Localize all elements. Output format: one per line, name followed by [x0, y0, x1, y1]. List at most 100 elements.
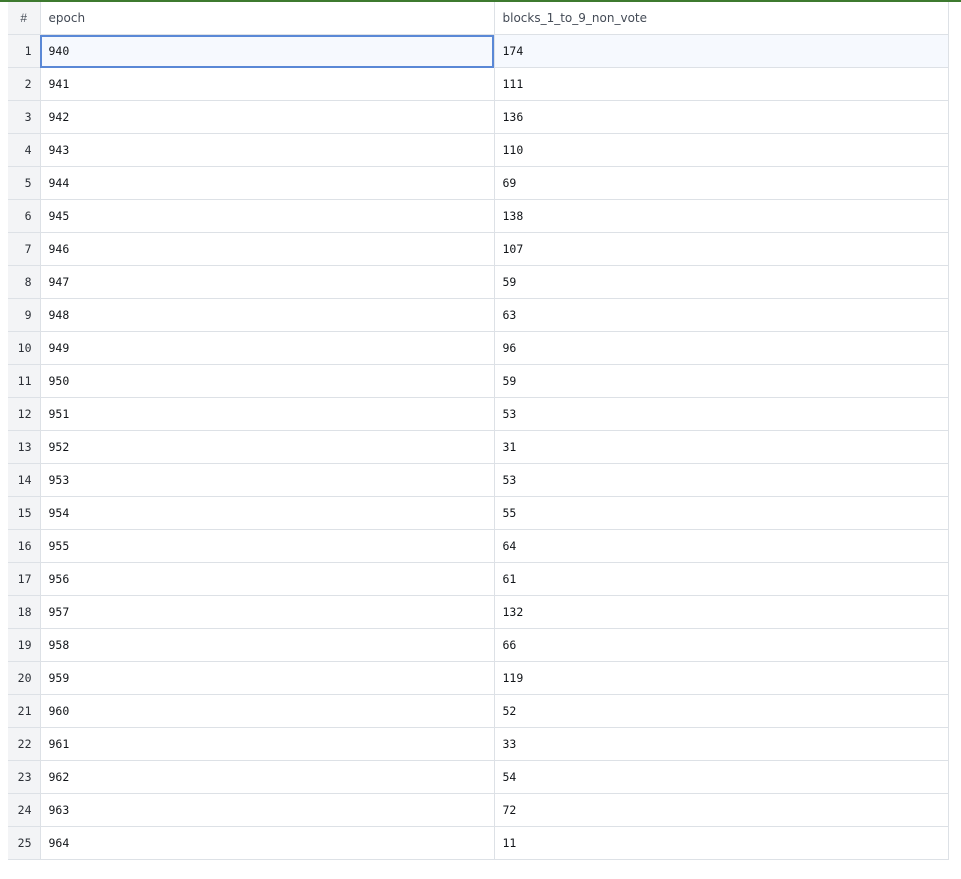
cell-epoch[interactable]: 952 [40, 430, 495, 464]
cell-epoch[interactable]: 961 [40, 727, 495, 761]
cell-blocks[interactable]: 110 [494, 133, 949, 167]
cell-blocks[interactable]: 53 [494, 463, 949, 497]
cell-epoch[interactable]: 954 [40, 496, 495, 530]
row-number: 18 [8, 595, 41, 629]
cell-blocks[interactable]: 53 [494, 397, 949, 431]
table-row[interactable]: 8 947 59 [8, 265, 949, 299]
table-row[interactable]: 12 951 53 [8, 397, 949, 431]
table-row[interactable]: 18 957 132 [8, 595, 949, 629]
cell-epoch[interactable]: 959 [40, 661, 495, 695]
cell-blocks[interactable]: 55 [494, 496, 949, 530]
cell-epoch[interactable]: 958 [40, 628, 495, 662]
cell-blocks[interactable]: 66 [494, 628, 949, 662]
cell-epoch[interactable]: 946 [40, 232, 495, 266]
table-row[interactable]: 20 959 119 [8, 661, 949, 695]
table-row[interactable]: 21 960 52 [8, 694, 949, 728]
row-number: 22 [8, 727, 41, 761]
column-header-epoch[interactable]: epoch [40, 2, 495, 35]
cell-epoch[interactable]: 942 [40, 100, 495, 134]
row-number: 9 [8, 298, 41, 332]
cell-epoch[interactable]: 962 [40, 760, 495, 794]
cell-epoch[interactable]: 955 [40, 529, 495, 563]
table-row[interactable]: 10 949 96 [8, 331, 949, 365]
cell-epoch[interactable]: 963 [40, 793, 495, 827]
cell-blocks[interactable]: 54 [494, 760, 949, 794]
table-row[interactable]: 23 962 54 [8, 760, 949, 794]
cell-blocks[interactable]: 136 [494, 100, 949, 134]
row-number: 17 [8, 562, 41, 596]
cell-epoch[interactable]: 953 [40, 463, 495, 497]
row-number: 24 [8, 793, 41, 827]
cell-epoch[interactable]: 948 [40, 298, 495, 332]
cell-epoch[interactable]: 941 [40, 67, 495, 101]
table-row[interactable]: 16 955 64 [8, 529, 949, 563]
cell-blocks[interactable]: 11 [494, 826, 949, 860]
table-row[interactable]: 13 952 31 [8, 430, 949, 464]
cell-blocks[interactable]: 107 [494, 232, 949, 266]
row-number: 20 [8, 661, 41, 695]
cell-epoch[interactable]: 943 [40, 133, 495, 167]
cell-blocks[interactable]: 59 [494, 265, 949, 299]
cell-blocks[interactable]: 52 [494, 694, 949, 728]
row-number: 11 [8, 364, 41, 398]
row-number: 23 [8, 760, 41, 794]
cell-blocks[interactable]: 96 [494, 331, 949, 365]
cell-blocks[interactable]: 132 [494, 595, 949, 629]
cell-epoch[interactable]: 945 [40, 199, 495, 233]
cell-blocks[interactable]: 63 [494, 298, 949, 332]
row-number: 15 [8, 496, 41, 530]
cell-blocks[interactable]: 31 [494, 430, 949, 464]
cell-blocks[interactable]: 72 [494, 793, 949, 827]
cell-blocks[interactable]: 59 [494, 364, 949, 398]
table-row[interactable]: 9 948 63 [8, 298, 949, 332]
table-row[interactable]: 22 961 33 [8, 727, 949, 761]
cell-epoch[interactable]: 951 [40, 397, 495, 431]
row-number: 5 [8, 166, 41, 200]
row-number: 13 [8, 430, 41, 464]
table-row[interactable]: 17 956 61 [8, 562, 949, 596]
row-number: 16 [8, 529, 41, 563]
row-number: 4 [8, 133, 41, 167]
cell-blocks[interactable]: 174 [494, 34, 949, 68]
cell-epoch[interactable]: 964 [40, 826, 495, 860]
table-row[interactable]: 24 963 72 [8, 793, 949, 827]
cell-blocks[interactable]: 111 [494, 67, 949, 101]
row-number: 3 [8, 100, 41, 134]
row-number: 2 [8, 67, 41, 101]
table-row[interactable]: 7 946 107 [8, 232, 949, 266]
table-row[interactable]: 1 940 174 [8, 34, 949, 68]
table-row[interactable]: 4 943 110 [8, 133, 949, 167]
cell-epoch[interactable]: 944 [40, 166, 495, 200]
column-header-blocks[interactable]: blocks_1_to_9_non_vote [494, 2, 949, 35]
table-row[interactable]: 14 953 53 [8, 463, 949, 497]
cell-epoch[interactable]: 950 [40, 364, 495, 398]
cell-epoch[interactable]: 956 [40, 562, 495, 596]
cell-epoch[interactable]: 957 [40, 595, 495, 629]
row-number: 14 [8, 463, 41, 497]
table-row[interactable]: 11 950 59 [8, 364, 949, 398]
cell-blocks[interactable]: 33 [494, 727, 949, 761]
table-row[interactable]: 25 964 11 [8, 826, 949, 860]
header-row: # epoch blocks_1_to_9_non_vote [8, 2, 949, 35]
table-row[interactable]: 6 945 138 [8, 199, 949, 233]
row-number: 7 [8, 232, 41, 266]
cell-epoch[interactable]: 949 [40, 331, 495, 365]
row-number: 19 [8, 628, 41, 662]
cell-epoch[interactable]: 960 [40, 694, 495, 728]
cell-blocks[interactable]: 64 [494, 529, 949, 563]
row-index-header: # [8, 2, 41, 35]
cell-blocks[interactable]: 69 [494, 166, 949, 200]
row-number: 8 [8, 265, 41, 299]
row-number: 21 [8, 694, 41, 728]
cell-blocks[interactable]: 138 [494, 199, 949, 233]
table-row[interactable]: 5 944 69 [8, 166, 949, 200]
table-row[interactable]: 3 942 136 [8, 100, 949, 134]
cell-blocks[interactable]: 119 [494, 661, 949, 695]
cell-epoch[interactable]: 947 [40, 265, 495, 299]
table-row[interactable]: 2 941 111 [8, 67, 949, 101]
row-number: 12 [8, 397, 41, 431]
table-row[interactable]: 15 954 55 [8, 496, 949, 530]
table-row[interactable]: 19 958 66 [8, 628, 949, 662]
cell-blocks[interactable]: 61 [494, 562, 949, 596]
cell-epoch-selected[interactable]: 940 [40, 34, 495, 68]
